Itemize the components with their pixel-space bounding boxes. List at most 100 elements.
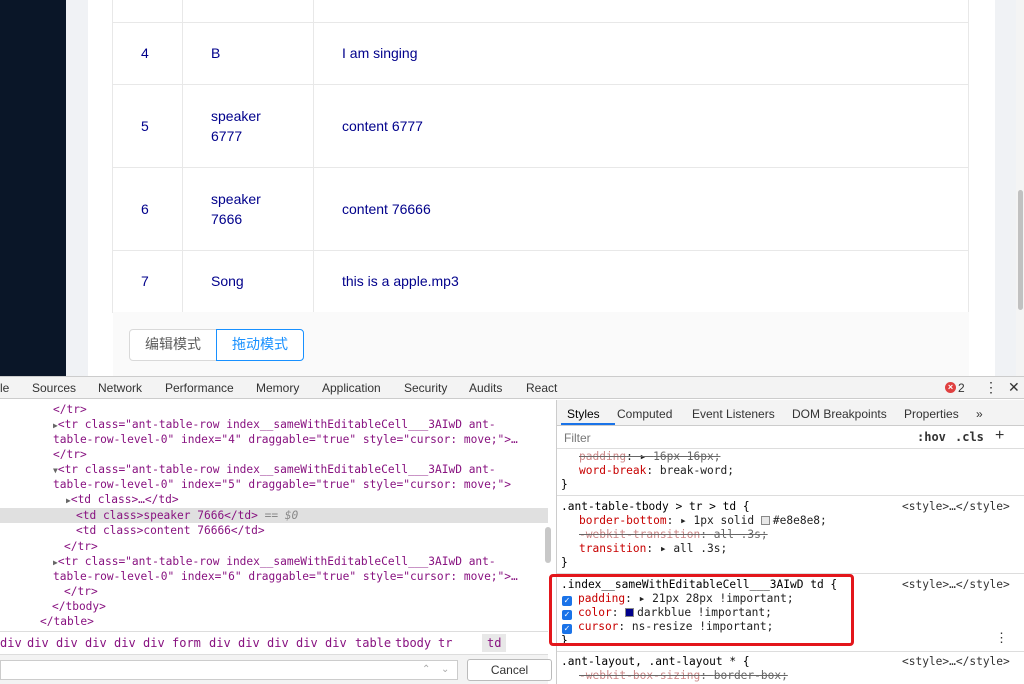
breadcrumb-item[interactable]: div [267,636,289,650]
expand-triangle-icon[interactable]: ▶ [0,558,58,567]
cell-speaker[interactable]: Song [182,250,314,313]
tree-node[interactable]: table-row-level-0" index="6" draggable="… [0,569,548,584]
tree-node[interactable]: <td class>content 76666</td> [0,523,548,538]
cancel-button[interactable]: Cancel [467,659,552,681]
new-rule-icon[interactable]: + [995,427,1004,445]
css-declaration-overridden[interactable]: -webkit-transition: all .3s; [579,528,768,542]
breadcrumb-item[interactable]: div [114,636,136,650]
breadcrumb-item[interactable]: div [238,636,260,650]
css-declaration-overridden[interactable]: -webkit-box-sizing: border-box; [579,669,788,683]
tab-memory[interactable]: Memory [256,381,299,395]
tab-properties[interactable]: Properties [904,407,959,421]
breadcrumb-item[interactable]: div [27,636,49,650]
more-options-icon[interactable]: ⋮ [995,630,1008,646]
css-declaration-overridden[interactable]: padding: ▸ 16px 16px; [579,450,720,464]
cell-content[interactable]: content 6777 [313,84,969,168]
tab-application[interactable]: Application [322,381,381,395]
tab-event-listeners[interactable]: Event Listeners [692,407,775,421]
tree-node[interactable]: ▶<td class>…</td> [0,492,548,507]
breadcrumb-item[interactable]: tbody [395,636,431,650]
tab-console[interactable]: le [0,381,9,395]
elements-scrollbar-thumb[interactable] [545,527,551,563]
tab-dom-breakpoints[interactable]: DOM Breakpoints [792,407,887,421]
rule-source-link[interactable]: <style>…</style> [902,655,1010,669]
class-toggle[interactable]: .cls [955,430,984,444]
tree-node[interactable]: </tr> [0,584,548,599]
css-declaration[interactable]: word-break: break-word; [579,464,734,478]
page-scrollbar-track[interactable] [1016,0,1024,376]
kebab-menu-icon[interactable]: ⋮ [984,379,998,396]
tree-node[interactable]: </tr> [0,539,548,554]
tree-node[interactable]: </tr> [0,402,548,417]
cell-content[interactable]: this is a apple.mp3 [313,250,969,313]
find-previous-icon[interactable]: ⌃ [422,664,430,675]
tree-node-text: </table> [40,615,94,628]
color-swatch-icon[interactable] [760,516,770,525]
tree-node[interactable]: ▼<tr class="ant-table-row index__sameWit… [0,462,548,477]
tab-styles[interactable]: Styles [567,407,600,421]
close-icon[interactable]: ✕ [1008,379,1020,396]
styles-filter-input[interactable]: Filter [564,431,591,445]
expand-triangle-icon[interactable]: ▶ [0,421,58,430]
breadcrumb-item[interactable]: div [143,636,165,650]
tree-node[interactable]: ▶<tr class="ant-table-row index__sameWit… [0,417,548,432]
cell-speaker[interactable]: B [182,22,314,85]
collapse-triangle-icon[interactable]: ▼ [0,466,58,475]
tab-security[interactable]: Security [404,381,447,395]
table-row[interactable]: 7 Song this is a apple.mp3 [112,250,969,313]
tree-node[interactable]: table-row-level-0" index="4" draggable="… [0,432,548,447]
tree-node[interactable]: </tbody> [0,599,548,614]
tab-react[interactable]: React [526,381,557,395]
elements-tree[interactable]: </tr> ▶<tr class="ant-table-row index__s… [0,400,548,631]
rule-source-link[interactable]: <style>…</style> [902,578,1010,592]
breadcrumb-item[interactable]: div [209,636,231,650]
breadcrumb-item[interactable]: div [0,636,22,650]
tab-network[interactable]: Network [98,381,142,395]
cell-content[interactable]: content 76666 [313,167,969,251]
edit-mode-button[interactable]: 编辑模式 [129,329,217,361]
hover-state-toggle[interactable]: :hov [917,430,946,444]
tree-node-text: </tr> [64,540,98,553]
css-value: break-word; [659,464,734,477]
cell-speaker[interactable]: speaker 7666 [182,167,314,251]
tab-audits[interactable]: Audits [469,381,502,395]
more-tabs-icon[interactable]: » [976,407,983,421]
tab-sources[interactable]: Sources [32,381,76,395]
tree-node-selected[interactable]: <td class>speaker 7666</td> == $0 [0,508,548,523]
breadcrumb-item[interactable]: div [325,636,347,650]
breadcrumb-item[interactable]: div [56,636,78,650]
tab-performance[interactable]: Performance [165,381,234,395]
page-scrollbar-thumb[interactable] [1018,190,1023,310]
tab-computed[interactable]: Computed [617,407,672,421]
table-row[interactable]: 4 B I am singing [112,22,969,85]
table-row[interactable]: 5 speaker 6777 content 6777 [112,84,969,168]
table-row[interactable] [112,0,969,23]
cell-content[interactable]: I am singing [313,22,969,85]
find-next-icon[interactable]: ⌄ [441,664,449,675]
tree-node[interactable]: table-row-level-0" index="5" draggable="… [0,477,548,492]
app-sidebar-dark [0,0,66,376]
breadcrumb-item-current[interactable]: td [482,634,507,652]
error-icon[interactable]: × [945,382,956,393]
error-count[interactable]: 2 [958,381,965,395]
table-row[interactable]: 6 speaker 7666 content 76666 [112,167,969,251]
rule-separator [557,651,1024,652]
breadcrumb-item[interactable]: table [355,636,391,650]
rule-source-link[interactable]: <style>…</style> [902,500,1010,514]
rule-selector[interactable]: .ant-table-tbody > tr > td { [561,500,750,514]
breadcrumb-item[interactable]: tr [438,636,452,650]
breadcrumb-item[interactable]: div [85,636,107,650]
find-input[interactable] [0,660,458,680]
tree-node[interactable]: </table> [0,614,548,629]
breadcrumb-item[interactable]: div [296,636,318,650]
tree-node-text: <td class>content 76666</td> [76,524,265,537]
cell-speaker[interactable]: speaker 6777 [182,84,314,168]
tree-node[interactable]: </tr> [0,447,548,462]
drag-mode-button[interactable]: 拖动模式 [216,329,304,361]
css-declaration[interactable]: transition: ▸ all .3s; [579,542,727,556]
css-declaration[interactable]: border-bottom: ▸ 1px solid #e8e8e8; [579,514,827,528]
breadcrumb-item[interactable]: form [172,636,201,650]
rule-selector[interactable]: .ant-layout, .ant-layout * { [561,655,750,669]
expand-triangle-icon[interactable]: ▶ [0,496,71,505]
tree-node[interactable]: ▶<tr class="ant-table-row index__sameWit… [0,554,548,569]
